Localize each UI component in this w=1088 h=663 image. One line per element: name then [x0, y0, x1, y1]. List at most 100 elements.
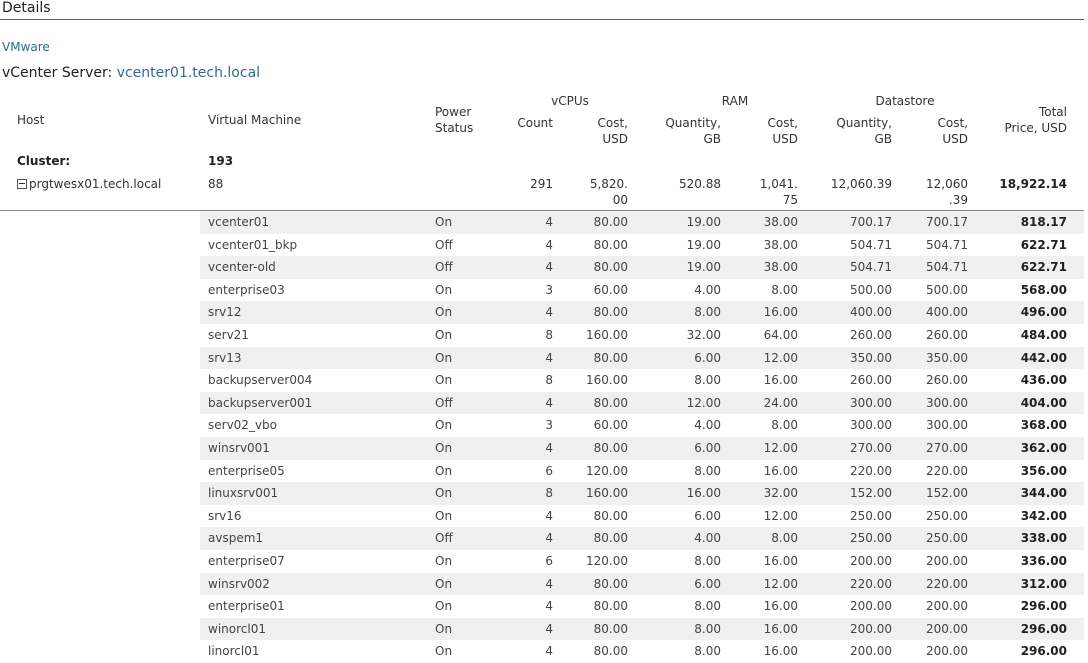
table-row[interactable]: vcenter01_bkp Off 4 80.00 19.00 38.00 504.71 50… — [0, 234, 1084, 257]
cell-total: 336.00 — [1020, 553, 1067, 568]
cell-ram-cost: 38.00 — [763, 215, 798, 229]
col-header-ds-qty-2: GB — [874, 132, 892, 146]
table-row[interactable]: linuxsrv001 On 8 160.00 16.00 32.00 152.00 152.… — [0, 482, 1084, 505]
cell-ds-qty: 250.00 — [850, 531, 892, 546]
table-row[interactable]: winsrv001 On 4 80.00 6.00 12.00 270.00 270.00 36… — [0, 436, 1084, 460]
cell-ram-qty: 12.00 — [686, 395, 721, 410]
cell-ds-cost: 200.00 — [926, 553, 968, 568]
cell-name: vcenter01_bkp — [208, 237, 298, 252]
host-row[interactable]: prgtwesx01.tech.local — [17, 176, 161, 192]
cell-ram-cost: 12.00 — [763, 508, 798, 523]
col-header-cpu-cost-2: USD — [602, 132, 628, 146]
cell-cpu-cost: 120.00 — [586, 553, 628, 568]
cell-ram-qty: 4.00 — [694, 282, 721, 297]
cell-power: On — [435, 463, 453, 478]
cell-ram-qty: 8.00 — [694, 373, 721, 388]
host-ds-cost-1: 12,060 — [926, 177, 968, 191]
col-header-ram-qty-1: Quantity, — [665, 116, 721, 130]
cell-power: On — [435, 621, 453, 636]
col-header-ds-cost-1: Cost, — [937, 116, 969, 130]
table-row[interactable]: enterprise03 On 3 60.00 4.00 8.00 500.00 500.00… — [0, 279, 1084, 302]
cell-cpu-cost: 120.00 — [586, 463, 628, 478]
cell-name: serv02_vbo — [208, 418, 277, 433]
cell-ram-cost: 16.00 — [763, 373, 798, 388]
cell-ds-qty: 220.00 — [850, 463, 892, 478]
cell-ram-cost: 12.00 — [763, 440, 798, 455]
cell-ds-qty: 152.00 — [850, 486, 892, 501]
cell-ram-cost: 16.00 — [763, 305, 798, 320]
cell-name: winorcl01 — [208, 621, 266, 636]
cluster-label: Cluster: — [17, 154, 71, 168]
cell-ds-qty: 220.00 — [850, 576, 892, 591]
table-row[interactable]: backupserver001 Off 4 80.00 12.00 24.00 300.00… — [0, 391, 1084, 415]
cell-name: srv12 — [208, 305, 242, 320]
title-divider — [0, 19, 1084, 20]
col-header-power-1: Power — [435, 105, 472, 119]
col-header-total-1: Total — [1038, 105, 1067, 119]
cell-total: 484.00 — [1020, 327, 1067, 342]
table-row[interactable]: srv16 On 4 80.00 6.00 12.00 250.00 250.00 342.00 — [0, 505, 1084, 528]
breadcrumb-vmware[interactable]: VMware — [2, 40, 50, 54]
table-row[interactable]: serv02_vbo On 3 60.00 4.00 8.00 300.00 300.00 36… — [0, 414, 1084, 437]
table-row[interactable]: avspem1 Off 4 80.00 4.00 8.00 250.00 250.00 338.… — [0, 527, 1084, 550]
host-cpu-count: 291 — [530, 177, 553, 191]
cell-ds-qty: 300.00 — [850, 395, 892, 410]
cell-ram-cost: 12.00 — [763, 576, 798, 591]
cell-cpu-cost: 80.00 — [593, 237, 628, 252]
cell-total: 312.00 — [1020, 576, 1067, 591]
col-header-cpu-count: Count — [517, 116, 553, 130]
cell-ram-cost: 8.00 — [771, 418, 798, 433]
cell-ram-cost: 38.00 — [763, 260, 798, 275]
cell-total: 368.00 — [1020, 418, 1067, 433]
table-row[interactable]: vcenter01 On 4 80.00 19.00 38.00 700.17 700.17 8… — [0, 211, 1084, 234]
cell-total: 342.00 — [1020, 508, 1067, 523]
host-total: 18,922.14 — [999, 177, 1067, 191]
col-header-cpu-cost-1: Cost, — [597, 116, 629, 130]
table-row[interactable]: vcenter-old Off 4 80.00 19.00 38.00 504.71 504.… — [0, 256, 1084, 279]
table-row[interactable]: srv13 On 4 80.00 6.00 12.00 350.00 350.00 442.00 — [0, 346, 1084, 370]
cell-ds-qty: 504.71 — [850, 260, 892, 275]
cell-name: vcenter-old — [208, 260, 276, 275]
table-row[interactable]: enterprise05 On 6 120.00 8.00 16.00 220.00 220.… — [0, 460, 1084, 483]
cell-name: linuxsrv001 — [208, 486, 279, 501]
cell-count: 4 — [545, 440, 553, 455]
cell-total: 356.00 — [1020, 463, 1067, 478]
cell-count: 4 — [545, 305, 553, 320]
cell-power: On — [435, 440, 453, 455]
vm-table-body: vcenter01 On 4 80.00 19.00 38.00 700.17 700.17 8… — [0, 210, 1084, 663]
cell-ds-qty: 200.00 — [850, 621, 892, 636]
cell-ram-qty: 4.00 — [694, 531, 721, 546]
cell-ram-qty: 6.00 — [694, 440, 721, 455]
col-header-ram-qty-2: GB — [703, 132, 721, 146]
cell-cpu-cost: 80.00 — [593, 395, 628, 410]
table-row[interactable]: winorcl01 On 4 80.00 8.00 16.00 200.00 200.00 29… — [0, 617, 1084, 641]
cell-cpu-cost: 80.00 — [593, 508, 628, 523]
cell-ram-qty: 32.00 — [686, 327, 721, 342]
table-row[interactable]: enterprise07 On 6 120.00 8.00 16.00 200.00 200.… — [0, 550, 1084, 573]
cell-name: backupserver001 — [208, 395, 313, 410]
cell-power: On — [435, 576, 453, 591]
table-row[interactable]: backupserver004 On 8 160.00 8.00 16.00 260.00 2… — [0, 369, 1084, 392]
host-ram-cost-2: 75 — [782, 193, 798, 207]
cell-ram-qty: 6.00 — [694, 508, 721, 523]
vcenter-link[interactable]: vcenter01.tech.local — [117, 65, 260, 81]
cell-total: 296.00 — [1020, 621, 1067, 636]
cell-cpu-cost: 160.00 — [586, 486, 628, 501]
table-row[interactable]: linorcl01 On 4 80.00 8.00 16.00 200.00 200.00 29… — [0, 640, 1084, 663]
col-header-ds-cost-2: USD — [942, 132, 968, 146]
collapse-icon[interactable] — [17, 179, 27, 189]
table-row[interactable]: enterprise01 On 4 80.00 8.00 16.00 200.00 200.0… — [0, 595, 1084, 618]
cell-name: enterprise07 — [208, 553, 285, 568]
cell-total: 622.71 — [1020, 260, 1067, 275]
cell-total: 818.17 — [1020, 215, 1067, 229]
cell-count: 8 — [545, 486, 553, 501]
table-row[interactable]: serv21 On 8 160.00 32.00 64.00 260.00 260.00 484… — [0, 324, 1084, 347]
cell-ds-cost: 260.00 — [926, 373, 968, 388]
table-row[interactable]: srv12 On 4 80.00 8.00 16.00 400.00 400.00 496.00 — [0, 301, 1084, 324]
host-ds-cost-2: .39 — [948, 193, 968, 207]
cell-ds-cost: 250.00 — [926, 508, 968, 523]
col-header-power-2: Status — [435, 121, 474, 135]
table-row[interactable]: winsrv002 On 4 80.00 6.00 12.00 220.00 220.00 31… — [0, 572, 1084, 596]
group-header-vcpus: vCPUs — [551, 94, 589, 108]
cell-ram-cost: 32.00 — [763, 486, 798, 501]
